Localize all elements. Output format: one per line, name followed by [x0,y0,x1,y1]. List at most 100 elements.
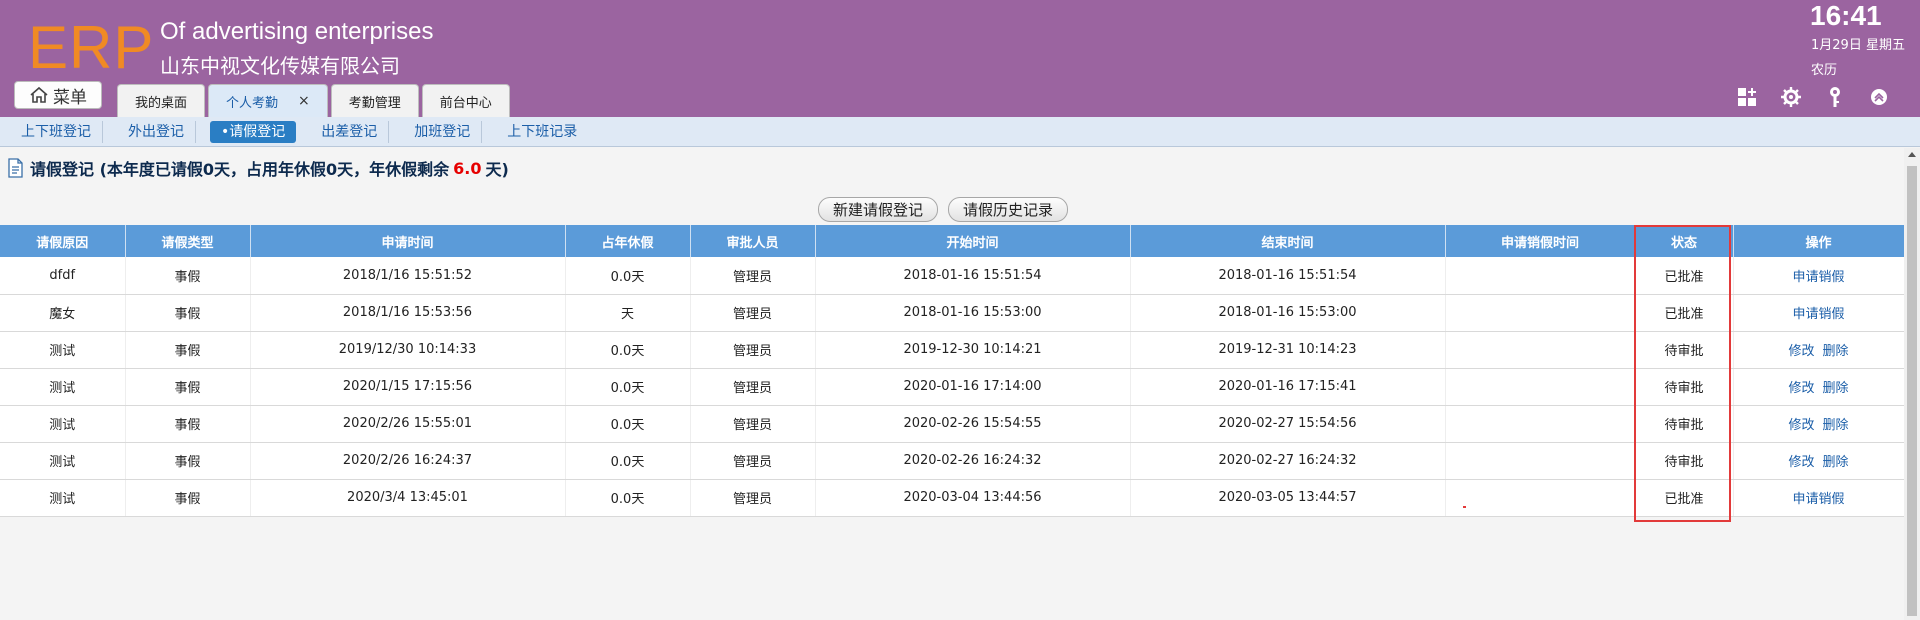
cell-end: 2020-03-05 13:44:57 [1130,479,1446,517]
annual-leave-remaining: 6.0 [453,158,482,178]
edit-link[interactable]: 修改 [1788,455,1814,470]
clock-time: 16:41 [1810,0,1882,31]
clock-date: 1月29日 星期五 [1811,38,1905,53]
cell-operations: 申请销假 [1733,294,1905,332]
cell-operations: 修改 删除 [1733,331,1905,369]
subnav-outing[interactable]: 外出登记 [117,120,196,143]
cell-status: 待审批 [1635,368,1734,406]
cell-end: 2018-01-16 15:53:00 [1130,294,1446,332]
tab-personal-attendance[interactable]: 个人考勤 × [208,84,328,117]
collapse-up-icon[interactable] [1868,86,1890,108]
tab-label: 考勤管理 [348,95,401,111]
cell-reason: 测试 [0,405,126,443]
table-row[interactable]: 魔女 事假 2018/1/16 15:53:56 天管理员 2018-01-16 15:… [0,294,1905,332]
table-row[interactable]: 测试 事假 2019/12/30 10:14:33 0.0天 管理员 2019-12-30… [0,331,1905,369]
column-header: 占年休假 [565,225,691,257]
column-header: 结束时间 [1130,225,1446,257]
table-body: dfdf 事假 2018/1/16 15:51:52 0.0天 管理员 2018-01-1… [0,257,1905,517]
new-leave-button[interactable]: 新建请假登记 [818,197,939,222]
cell-start: 2018-01-16 15:53:00 [815,294,1131,332]
tab-my-desktop[interactable]: 我的桌面 [117,84,206,117]
subnav-overtime[interactable]: 加班登记 [403,120,483,143]
cell-approver: 管理员 [690,368,816,406]
cell-start: 2019-12-30 10:14:21 [815,331,1131,369]
cell-annual: 天 [565,294,691,332]
document-icon [8,158,23,178]
table-row[interactable]: 测试 事假 2020/3/4 13:45:01 0.0天 管理员 2020-03-04 1… [0,479,1905,517]
table-row[interactable]: dfdf 事假 2018/1/16 15:51:52 0.0天 管理员 2018-01-1… [0,257,1905,295]
close-icon[interactable]: × [298,93,310,109]
cell-annual: 0.0天 [565,368,691,406]
cell-cancel-time [1445,331,1636,369]
cell-start: 2020-02-26 15:54:55 [815,405,1131,443]
scrollbar-thumb[interactable] [1907,166,1917,616]
column-header: 操作 [1733,225,1905,257]
cell-approver: 管理员 [690,479,816,517]
cell-approver: 管理员 [690,294,816,332]
cell-start: 2020-02-26 16:24:32 [815,442,1131,480]
delete-link[interactable]: 删除 [1823,381,1849,396]
cell-type: 事假 [125,257,251,295]
cell-reason: 测试 [0,368,126,406]
subnav-checkin[interactable]: 上下班登记 [10,120,103,143]
delete-link[interactable]: 删除 [1823,418,1849,433]
cell-reason: 测试 [0,479,126,517]
menu-button[interactable]: 菜单 [14,81,102,109]
edit-link[interactable]: 修改 [1788,418,1814,433]
cell-status: 待审批 [1635,331,1734,369]
cell-cancel-time [1445,405,1636,443]
cell-type: 事假 [125,479,251,517]
request-cancel-leave-link[interactable]: 申请销假 [1792,492,1844,507]
edit-link[interactable]: 修改 [1788,381,1814,396]
cell-annual: 0.0天 [565,331,691,369]
table-row[interactable]: 测试 事假 2020/2/26 16:24:37 0.0天 管理员 2020-02-26 … [0,442,1905,480]
cell-status: 已批准 [1635,294,1734,332]
cell-cancel-time [1445,368,1636,406]
column-header: 请假类型 [125,225,251,257]
cell-apply: 2020/1/15 17:15:56 [250,368,566,406]
sub-navigation: 上下班登记 外出登记 •请假登记 出差登记 加班登记 上下班记录 [0,117,1920,147]
delete-link[interactable]: 删除 [1823,344,1849,359]
cell-reason: 测试 [0,331,126,369]
request-cancel-leave-link[interactable]: 申请销假 [1792,270,1844,285]
company-name-en: Of advertising enterprises [160,18,434,45]
tab-label: 个人考勤 [226,95,279,111]
cell-annual: 0.0天 [565,479,691,517]
cell-cancel-time [1445,442,1636,480]
edit-link[interactable]: 修改 [1788,344,1814,359]
leave-history-button[interactable]: 请假历史记录 [948,197,1069,222]
cell-end: 2020-02-27 16:24:32 [1130,442,1446,480]
subnav-leave[interactable]: •请假登记 [210,120,297,143]
cell-annual: 0.0天 [565,257,691,295]
table-row[interactable]: 测试 事假 2020/2/26 15:55:01 0.0天 管理员 2020-02-26 … [0,405,1905,443]
request-cancel-leave-link[interactable]: 申请销假 [1792,307,1844,322]
cell-operations: 修改 删除 [1733,442,1905,480]
subnav-business-trip[interactable]: 出差登记 [310,120,390,143]
main-content: 请假登记 (本年度已请假0天，占用年休假0天，年休假剩余 6.0 天) 新建请假登记… [0,148,1905,620]
tab-attendance-management[interactable]: 考勤管理 [330,84,419,117]
delete-link[interactable]: 删除 [1823,455,1849,470]
gear-icon[interactable] [1780,86,1802,108]
tab-bar: 我的桌面 个人考勤 × 考勤管理 前台中心 [117,84,510,117]
tab-front-desk[interactable]: 前台中心 [421,84,510,117]
table-row[interactable]: 测试 事假 2020/1/15 17:15:56 0.0天 管理员 2020-01-16 … [0,368,1905,406]
cell-operations: 修改 删除 [1733,368,1905,406]
cell-apply: 2018/1/16 15:51:52 [250,257,566,295]
column-header: 申请销假时间 [1445,225,1636,257]
cell-apply: 2020/2/26 15:55:01 [250,405,566,443]
vertical-scrollbar[interactable] [1904,148,1920,620]
cell-apply: 2018/1/16 15:53:56 [250,294,566,332]
scroll-up-icon[interactable] [1908,152,1916,157]
cell-approver: 管理员 [690,331,816,369]
cell-start: 2020-01-16 17:14:00 [815,368,1131,406]
subnav-attendance-records[interactable]: 上下班记录 [496,121,588,143]
cell-status: 待审批 [1635,442,1734,480]
cell-end: 2018-01-16 15:51:54 [1130,257,1446,295]
cell-end: 2020-01-16 17:15:41 [1130,368,1446,406]
cell-operations: 申请销假 [1733,257,1905,295]
cell-operations: 修改 删除 [1733,405,1905,443]
key-icon[interactable] [1824,86,1846,108]
page-title-suffix: 天) [485,160,509,179]
add-app-icon[interactable] [1736,86,1758,108]
tab-label: 前台中心 [439,95,492,111]
